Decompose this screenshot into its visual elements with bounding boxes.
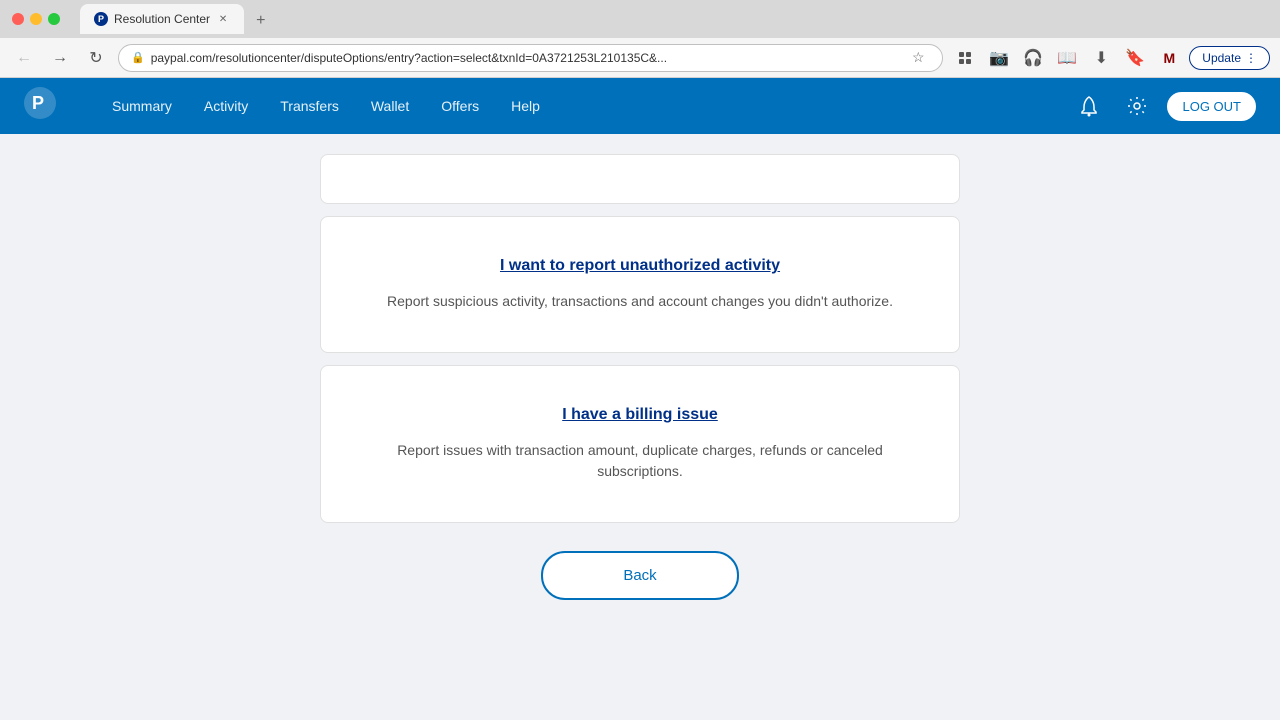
download-button[interactable]: ⬇: [1087, 44, 1115, 72]
unauthorized-activity-card[interactable]: I want to report unauthorized activity R…: [320, 216, 960, 353]
browser-tab[interactable]: P Resolution Center ✕: [80, 4, 244, 34]
camera-button[interactable]: 📷: [985, 44, 1013, 72]
bookmark-icon[interactable]: ☆: [906, 46, 930, 70]
audio-button[interactable]: 🎧: [1019, 44, 1047, 72]
address-bar-row: ← → ↻ 🔒 paypal.com/resolutioncenter/disp…: [0, 38, 1280, 78]
nav-offers[interactable]: Offers: [425, 78, 495, 134]
address-bar[interactable]: 🔒 paypal.com/resolutioncenter/disputeOpt…: [118, 44, 943, 72]
paypal-logo: P: [24, 87, 56, 126]
notifications-button[interactable]: [1071, 88, 1107, 124]
title-bar: P Resolution Center ✕ +: [0, 0, 1280, 38]
back-button-container: Back: [320, 551, 960, 600]
billing-issue-description: Report issues with transaction amount, d…: [353, 440, 927, 482]
toolbar-actions: 📷 🎧 📖 ⬇ 🔖 M Update ⋮: [951, 44, 1270, 72]
nav-actions: LOG OUT: [1071, 88, 1256, 124]
nav-activity[interactable]: Activity: [188, 78, 264, 134]
back-navigation-button[interactable]: ←: [10, 44, 38, 72]
svg-text:P: P: [32, 93, 44, 113]
unauthorized-activity-description: Report suspicious activity, transactions…: [353, 291, 927, 312]
minimize-window-button[interactable]: [30, 13, 42, 25]
content-wrapper: I want to report unauthorized activity R…: [320, 154, 960, 700]
logout-button[interactable]: LOG OUT: [1167, 92, 1256, 121]
update-menu-icon: ⋮: [1245, 51, 1257, 65]
partial-card[interactable]: [320, 154, 960, 204]
forward-navigation-button[interactable]: →: [46, 44, 74, 72]
tab-bar: P Resolution Center ✕ +: [80, 4, 1268, 34]
settings-button[interactable]: [1119, 88, 1155, 124]
nav-links: Summary Activity Transfers Wallet Offers…: [96, 78, 1071, 134]
url-text: paypal.com/resolutioncenter/disputeOptio…: [151, 51, 901, 65]
refresh-button[interactable]: ↻: [82, 44, 110, 72]
billing-issue-card[interactable]: I have a billing issue Report issues wit…: [320, 365, 960, 523]
paypal-navbar: P Summary Activity Transfers Wallet Offe…: [0, 78, 1280, 134]
billing-issue-title: I have a billing issue: [353, 406, 927, 424]
new-tab-button[interactable]: +: [248, 8, 273, 34]
update-button[interactable]: Update ⋮: [1189, 46, 1270, 70]
extensions-button[interactable]: [951, 44, 979, 72]
nav-summary[interactable]: Summary: [96, 78, 188, 134]
paypal-favicon: P: [94, 12, 108, 26]
back-button[interactable]: Back: [541, 551, 738, 600]
window-controls: [12, 13, 60, 25]
tab-close-button[interactable]: ✕: [216, 12, 230, 26]
nav-transfers[interactable]: Transfers: [264, 78, 355, 134]
nav-help[interactable]: Help: [495, 78, 556, 134]
extension-icon[interactable]: M: [1155, 44, 1183, 72]
bookmark-manager-button[interactable]: 🔖: [1121, 44, 1149, 72]
tab-title: Resolution Center: [114, 12, 210, 26]
maximize-window-button[interactable]: [48, 13, 60, 25]
close-window-button[interactable]: [12, 13, 24, 25]
reader-button[interactable]: 📖: [1053, 44, 1081, 72]
main-content: I want to report unauthorized activity R…: [0, 134, 1280, 720]
unauthorized-activity-title: I want to report unauthorized activity: [353, 257, 927, 275]
lock-icon: 🔒: [131, 51, 145, 64]
nav-wallet[interactable]: Wallet: [355, 78, 425, 134]
update-label: Update: [1202, 51, 1241, 65]
